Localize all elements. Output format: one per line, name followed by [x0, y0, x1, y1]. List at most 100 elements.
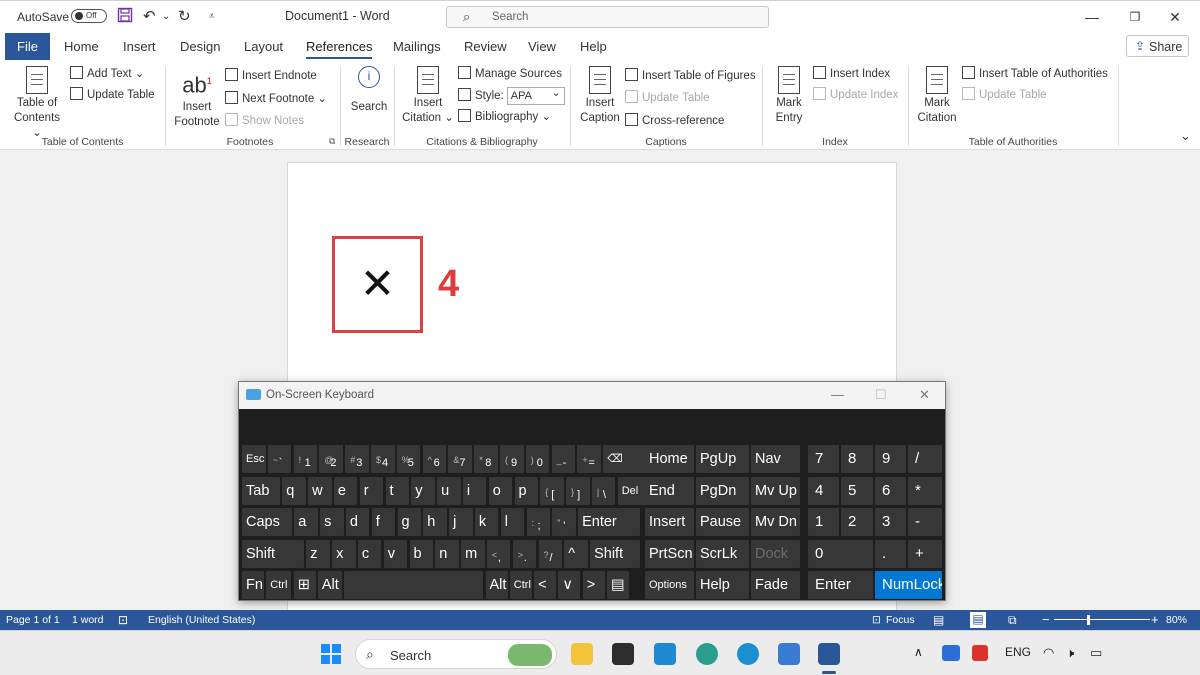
key-0[interactable]: ) 0 — [525, 445, 550, 473]
insert-table-of-figures-button[interactable]: Insert Table of Figures — [625, 68, 756, 84]
key-o[interactable]: o — [488, 476, 513, 505]
key-l[interactable]: l — [500, 508, 525, 536]
key-num-/[interactable]: / — [908, 445, 942, 473]
key-⊞[interactable]: ⊞ — [293, 571, 316, 599]
key-9[interactable]: (9 — [500, 445, 524, 473]
show-notes-button[interactable]: Show Notes — [225, 113, 304, 129]
key-home[interactable]: Home — [645, 445, 694, 473]
key-▤[interactable]: ▤ — [607, 571, 629, 599]
restore-icon[interactable]: ❐ — [1120, 6, 1150, 28]
key-1[interactable]: ! 1 — [293, 445, 318, 473]
key-d[interactable]: d — [345, 508, 370, 536]
bibliography-button[interactable]: Bibliography ⌄ — [458, 109, 551, 125]
key-enter[interactable]: Enter — [578, 508, 641, 536]
key-pgdn[interactable]: PgDn — [696, 476, 749, 505]
insert-footnote-button[interactable]: ab1 Insert Footnote — [172, 66, 222, 130]
key-options[interactable]: Options — [645, 571, 694, 599]
key-u[interactable]: u — [437, 476, 461, 505]
collapse-ribbon-icon[interactable]: ⌄ — [1180, 128, 1191, 144]
remote-desktop-icon[interactable] — [778, 643, 800, 665]
tab-layout[interactable]: Layout — [244, 39, 283, 54]
key-6[interactable]: ^ 6 — [422, 445, 447, 473]
insert-citation-button[interactable]: Insert Citation ⌄ — [402, 66, 454, 126]
volume-muted-icon[interactable]: 🕨 — [1066, 645, 1074, 661]
key-7[interactable]: & 7 — [448, 445, 472, 473]
key-Ctrl[interactable]: Ctrl — [509, 571, 532, 599]
key-num-enter[interactable]: Enter — [808, 571, 873, 599]
cross-reference-button[interactable]: Cross-reference — [625, 113, 724, 129]
key-^[interactable]: ^ — [564, 539, 588, 568]
key-<[interactable]: < — [534, 571, 557, 599]
key-dock[interactable]: Dock — [751, 539, 800, 568]
undo-icon[interactable]: ↶ — [143, 7, 156, 27]
key-8[interactable]: * 8 — [474, 445, 498, 473]
key-num-2[interactable]: 2 — [841, 508, 873, 536]
language-status[interactable]: English (United States) — [148, 614, 255, 626]
update-figures-table-button[interactable]: Update Table — [625, 90, 710, 106]
key-b[interactable]: b — [409, 539, 433, 568]
key-j[interactable]: j — [449, 508, 473, 536]
mark-citation-button[interactable]: Mark Citation — [916, 66, 958, 126]
vscode-icon[interactable] — [654, 643, 676, 665]
key-y[interactable]: y — [411, 476, 435, 505]
key-.[interactable]: >. — [512, 539, 537, 568]
autosave-toggle[interactable]: Off — [71, 9, 107, 23]
key-t[interactable]: t — [385, 476, 409, 505]
key-pause[interactable]: Pause — [696, 508, 749, 536]
next-footnote-button[interactable]: Next Footnote ⌄ — [225, 91, 327, 107]
key-shift[interactable]: Shift — [242, 539, 304, 568]
web-layout-icon[interactable]: ⧉ — [1008, 613, 1017, 628]
key-num-dot[interactable]: . — [875, 539, 906, 568]
wifi-icon[interactable]: ◠ — [1043, 645, 1054, 661]
key-\[interactable]: | \ — [591, 476, 616, 505]
taskbar-search[interactable]: ⌕ Search — [355, 639, 557, 669]
battery-icon[interactable]: ▭ — [1090, 645, 1102, 661]
key-v[interactable]: v — [383, 539, 408, 568]
key-Alt[interactable]: Alt — [317, 571, 342, 599]
read-mode-icon[interactable]: ▤ — [933, 613, 944, 627]
focus-mode[interactable]: Focus — [886, 614, 915, 626]
key--[interactable]: _ - — [551, 445, 576, 473]
key-num-plus[interactable]: + — [908, 539, 942, 568]
key-][interactable]: }] — [566, 476, 590, 505]
key-,[interactable]: <, — [486, 539, 511, 568]
tab-help[interactable]: Help — [580, 39, 607, 54]
key-help[interactable]: Help — [696, 571, 749, 599]
key-p[interactable]: p — [514, 476, 538, 505]
key-m[interactable]: m — [461, 539, 485, 568]
key-a[interactable]: a — [294, 508, 318, 536]
key-space[interactable] — [344, 571, 484, 599]
key-tab[interactable]: Tab — [242, 476, 280, 505]
update-table-button[interactable]: Update Table — [70, 87, 155, 103]
zalo-icon[interactable] — [942, 645, 960, 661]
key-3[interactable]: #3 — [345, 445, 369, 473]
share-button[interactable]: ⇪ Share — [1126, 35, 1189, 57]
tab-home[interactable]: Home — [64, 39, 99, 54]
key-5[interactable]: % 5 — [396, 445, 421, 473]
key-∨[interactable]: ∨ — [558, 571, 581, 599]
key-mv-up[interactable]: Mv Up — [751, 476, 800, 505]
style-selector[interactable]: Style: APA — [458, 85, 565, 105]
tab-file[interactable]: File — [5, 33, 50, 60]
search-box[interactable]: ⌕ Search — [446, 6, 769, 28]
edge-dev-icon[interactable] — [696, 643, 718, 665]
key-numlock[interactable]: NumLock — [875, 571, 942, 599]
key-fade[interactable]: Fade — [751, 571, 800, 599]
key-num-4[interactable]: 4 — [808, 476, 839, 505]
key-r[interactable]: r — [359, 476, 384, 505]
key-shift[interactable]: Shift — [590, 539, 641, 568]
tab-design[interactable]: Design — [180, 39, 220, 54]
key-e[interactable]: e — [333, 476, 358, 505]
vivaldi-icon[interactable] — [972, 645, 988, 661]
key-'[interactable]: " ' — [552, 508, 576, 536]
dialog-launcher-icon[interactable]: ⧉ — [329, 136, 335, 147]
zoom-slider[interactable] — [1054, 619, 1150, 620]
tab-review[interactable]: Review — [464, 39, 507, 54]
add-text-button[interactable]: Add Text ⌄ — [70, 66, 144, 82]
word-icon[interactable] — [818, 643, 840, 665]
key-num-8[interactable]: 8 — [841, 445, 873, 473]
key-num--[interactable]: - — [908, 508, 942, 536]
input-language[interactable]: ENG — [1005, 645, 1031, 659]
tab-mailings[interactable]: Mailings — [393, 39, 441, 54]
close-icon[interactable]: ✕ — [1160, 6, 1190, 28]
